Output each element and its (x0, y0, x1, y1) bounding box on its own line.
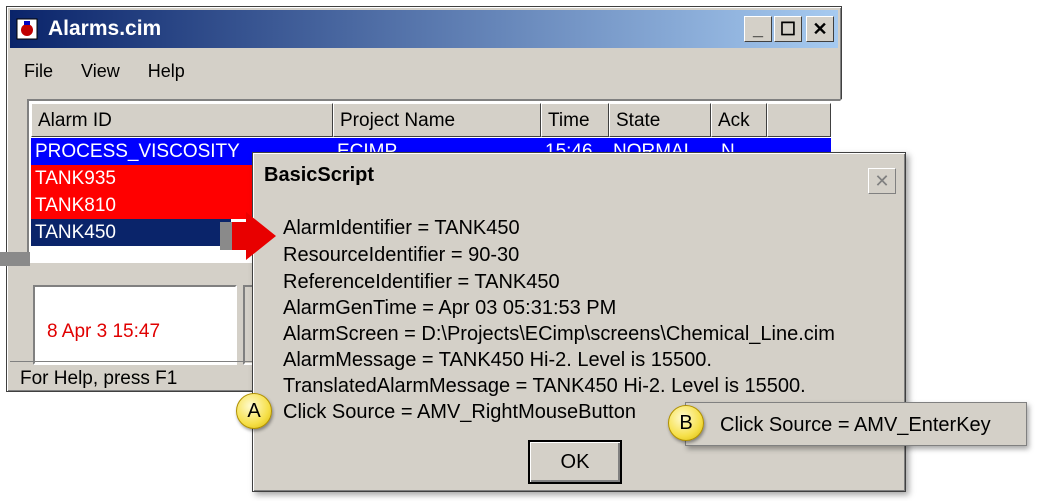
minimize-button[interactable]: _ (744, 16, 772, 42)
dialog-line: TranslatedAlarmMessage = TANK450 Hi-2. L… (283, 375, 806, 397)
ok-button[interactable]: OK (528, 440, 622, 484)
alarm-id-cell: TANK935 (35, 168, 116, 189)
column-state[interactable]: State (609, 103, 711, 137)
alarm-id-cell: TANK810 (35, 195, 116, 216)
dialog-line: AlarmScreen = D:\Projects\ECimp\screens\… (283, 323, 835, 345)
dialog-title-bar[interactable]: BasicScript ✕ (256, 156, 902, 196)
callout-arrow-icon (220, 212, 276, 260)
close-button[interactable]: ✕ (806, 16, 834, 42)
callout-b-text: Click Source = AMV_EnterKey (720, 414, 991, 436)
menu-bar: File View Help (10, 51, 199, 85)
dialog-line: AlarmGenTime = Apr 03 05:31:53 PM (283, 297, 617, 319)
alarms-window-title: Alarms.cim (48, 17, 162, 40)
dialog-title: BasicScript (264, 164, 375, 186)
close-icon: ✕ (812, 19, 828, 39)
date-text: 8 Apr 3 15:47 (47, 321, 161, 342)
callout-connector (0, 252, 30, 266)
column-project-name[interactable]: Project Name (333, 103, 541, 137)
menu-help[interactable]: Help (134, 51, 199, 82)
close-icon: ✕ (874, 171, 890, 191)
minimize-icon: _ (752, 19, 763, 39)
column-ack[interactable]: Ack (711, 103, 767, 137)
callout-b-badge: B (668, 405, 704, 441)
dialog-line: ResourceIdentifier = 90-30 (283, 244, 520, 266)
table-row[interactable]: TANK935 (31, 165, 263, 192)
dialog-line: Click Source = AMV_RightMouseButton (283, 401, 636, 423)
dialog-line: AlarmMessage = TANK450 Hi-2. Level is 15… (283, 349, 712, 371)
alarms-title-bar[interactable]: Alarms.cim _ ☐ ✕ (10, 10, 838, 48)
alarm-id-cell: TANK450 (35, 222, 116, 243)
callout-b: Click Source = AMV_EnterKey (685, 402, 1027, 446)
column-time[interactable]: Time (541, 103, 609, 137)
menu-view[interactable]: View (67, 51, 134, 82)
column-extra[interactable] (767, 103, 831, 137)
table-row-selected[interactable]: TANK450 (31, 219, 231, 246)
alarm-app-icon (16, 18, 38, 40)
menu-file[interactable]: File (10, 51, 67, 82)
callout-a-badge: A (236, 393, 272, 429)
alarm-id-cell: PROCESS_VISCOSITY (35, 141, 240, 162)
dialog-line: AlarmIdentifier = TANK450 (283, 217, 520, 239)
status-text: For Help, press F1 (20, 368, 178, 389)
date-display: 8 Apr 3 15:47 (33, 285, 237, 365)
maximize-button[interactable]: ☐ (774, 16, 802, 42)
maximize-icon: ☐ (779, 19, 797, 39)
column-alarm-id[interactable]: Alarm ID (31, 103, 333, 137)
dialog-line: ReferenceIdentifier = TANK450 (283, 271, 560, 293)
dialog-close-button[interactable]: ✕ (868, 168, 896, 194)
